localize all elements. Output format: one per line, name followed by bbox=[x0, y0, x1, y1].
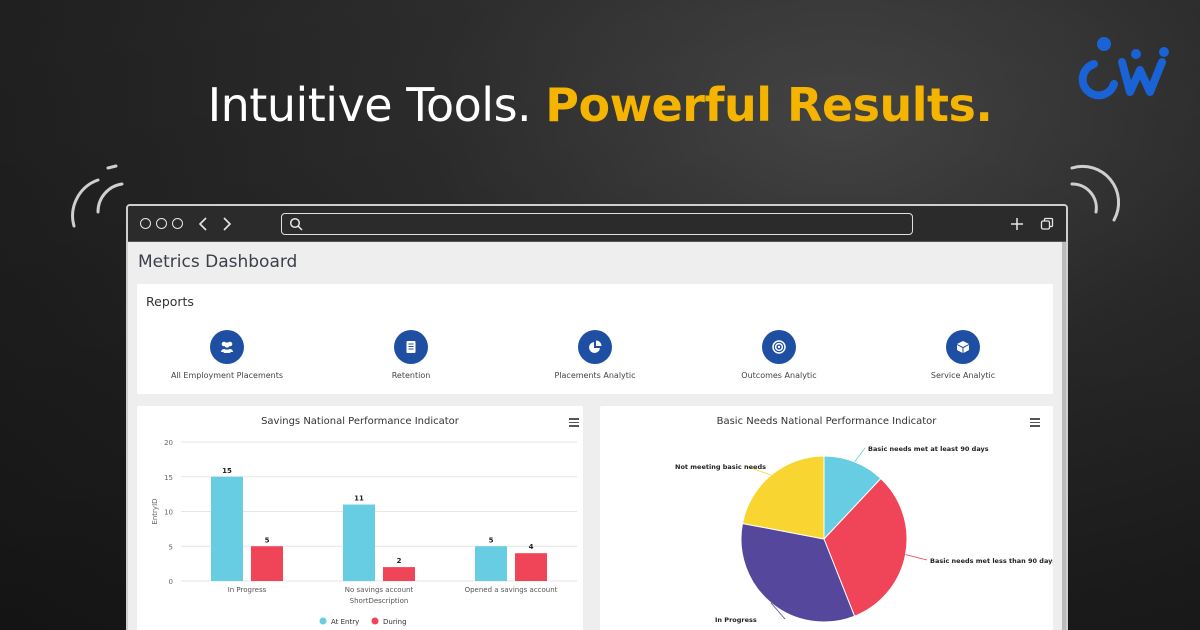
pie-label: Basic needs met less than 90 days bbox=[930, 557, 1053, 565]
y-tick-label: 5 bbox=[169, 543, 173, 551]
report-label: Service Analytic bbox=[930, 371, 996, 380]
reports-title: Reports bbox=[146, 294, 194, 309]
y-axis-label: EntryID bbox=[151, 498, 159, 524]
pie-chart-icon bbox=[578, 330, 612, 364]
report-placements-analytic[interactable]: Placements Analytic bbox=[515, 330, 675, 380]
data-label: 11 bbox=[354, 495, 364, 503]
savings-chart-menu-icon[interactable] bbox=[569, 418, 579, 429]
report-label: Placements Analytic bbox=[554, 371, 636, 380]
basic-needs-chart-title: Basic Needs National Performance Indicat… bbox=[716, 416, 937, 427]
legend-marker bbox=[319, 617, 327, 625]
bar bbox=[475, 546, 507, 581]
copy-icon[interactable] bbox=[1040, 217, 1054, 231]
document-icon bbox=[394, 330, 428, 364]
basic-needs-chart-card: Basic Needs National Performance Indicat… bbox=[600, 406, 1053, 630]
x-tick-label: In Progress bbox=[228, 586, 267, 594]
y-tick-label: 20 bbox=[164, 439, 173, 447]
chevron-left-icon[interactable] bbox=[198, 217, 208, 231]
pie-leader-line bbox=[905, 554, 928, 561]
browser-toolbar bbox=[128, 206, 1066, 242]
report-retention[interactable]: Retention bbox=[331, 330, 491, 380]
report-outcomes-analytic[interactable]: Outcomes Analytic bbox=[699, 330, 859, 380]
headline-part1: Intuitive Tools. bbox=[207, 78, 546, 132]
report-label: Retention bbox=[391, 371, 431, 380]
bar bbox=[383, 567, 415, 581]
basic-needs-chart-menu-icon[interactable] bbox=[1030, 418, 1040, 429]
pie-label: Not meeting basic needs bbox=[675, 463, 766, 471]
report-all-employment-placements[interactable]: All Employment Placements bbox=[147, 330, 307, 380]
legend-label: During bbox=[383, 618, 407, 626]
signal-waves-right-icon bbox=[1070, 164, 1121, 222]
address-bar[interactable] bbox=[281, 213, 913, 235]
plus-icon[interactable] bbox=[1010, 217, 1024, 231]
headline-part2: Powerful Results. bbox=[545, 78, 993, 132]
report-service-analytic[interactable]: Service Analytic bbox=[883, 330, 1043, 380]
chevron-right-icon[interactable] bbox=[222, 217, 232, 231]
window-dot[interactable] bbox=[140, 218, 151, 229]
x-tick-label: No savings account bbox=[345, 586, 414, 594]
cw-logo-icon bbox=[1078, 37, 1169, 100]
bar bbox=[515, 553, 547, 581]
data-label: 5 bbox=[489, 536, 494, 544]
legend-marker bbox=[371, 617, 379, 625]
y-tick-label: 15 bbox=[164, 474, 173, 482]
window-dot[interactable] bbox=[156, 218, 167, 229]
bar bbox=[251, 546, 283, 581]
window-dot[interactable] bbox=[172, 218, 183, 229]
bar bbox=[343, 504, 375, 581]
y-tick-label: 0 bbox=[169, 578, 173, 586]
data-label: 15 bbox=[222, 467, 232, 475]
page-title: Metrics Dashboard bbox=[138, 252, 298, 272]
savings-chart-card: Savings National Performance Indicator 0… bbox=[137, 406, 583, 630]
x-axis-label: ShortDescription bbox=[350, 597, 409, 605]
bar bbox=[211, 476, 243, 581]
savings-bar-chart: 0 5 10 15 20 EntryID 15 5 In Progress 11 2 No savin… bbox=[151, 439, 577, 626]
users-icon bbox=[210, 330, 244, 364]
reports-panel: Reports All Employment Placements Retent… bbox=[137, 284, 1053, 394]
browser-window: Metrics Dashboard Reports All Employment… bbox=[126, 204, 1068, 630]
x-tick-label: Opened a savings account bbox=[465, 586, 558, 594]
data-label: 2 bbox=[397, 557, 402, 565]
basic-needs-pie-chart: Basic needs met at least 90 days Basic ne… bbox=[675, 445, 1053, 624]
savings-chart-title: Savings National Performance Indicator bbox=[261, 416, 459, 427]
report-label: Outcomes Analytic bbox=[741, 371, 817, 380]
legend-label: At Entry bbox=[331, 618, 359, 626]
dashboard-page: Metrics Dashboard Reports All Employment… bbox=[128, 242, 1066, 630]
signal-waves-left-icon bbox=[71, 164, 124, 228]
target-icon bbox=[762, 330, 796, 364]
data-label: 5 bbox=[265, 536, 270, 544]
data-label: 4 bbox=[529, 543, 534, 551]
pie-leader-line bbox=[854, 447, 866, 463]
window-controls bbox=[140, 218, 183, 229]
pie-label: Basic needs met at least 90 days bbox=[868, 445, 989, 453]
box-icon bbox=[946, 330, 980, 364]
scrollbar[interactable] bbox=[1062, 242, 1066, 630]
headline: Intuitive Tools. Powerful Results. bbox=[0, 78, 1200, 132]
y-tick-label: 10 bbox=[164, 509, 173, 517]
report-label: All Employment Placements bbox=[170, 371, 284, 380]
pie-label: In Progress bbox=[715, 616, 757, 624]
search-icon bbox=[289, 217, 303, 231]
